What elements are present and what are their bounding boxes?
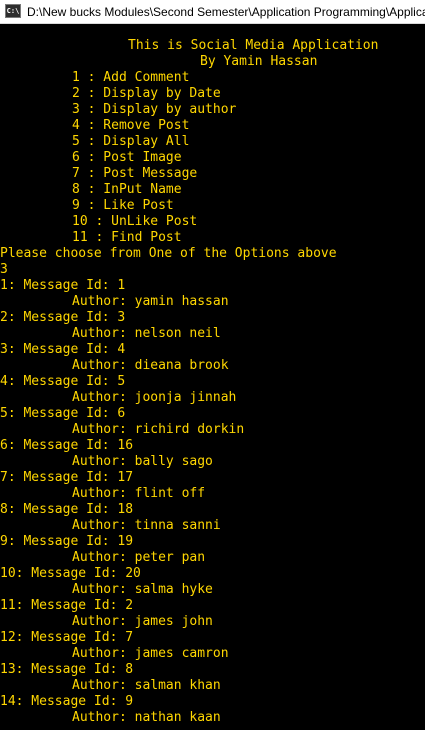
result-author: Author: salma hyke <box>72 582 213 597</box>
menu-option-remove-post: 4 : Remove Post <box>72 118 190 133</box>
menu-option-display-by-date: 2 : Display by Date <box>72 86 221 101</box>
result-message-id: 14: Message Id: 9 <box>0 694 134 709</box>
result-message-id: 12: Message Id: 7 <box>0 630 134 645</box>
menu-option-display-by-author: 3 : Display by author <box>72 102 237 117</box>
window-title: D:\New bucks Modules\Second Semester\App… <box>27 5 425 19</box>
result-message-id: 1: Message Id: 1 <box>0 278 126 293</box>
result-author: Author: bally sago <box>72 454 213 469</box>
console-app-icon[interactable]: C:\ <box>5 4 21 18</box>
menu-option-display-all: 5 : Display All <box>72 134 190 149</box>
result-message-id: 3: Message Id: 4 <box>0 342 126 357</box>
result-author: Author: joonja jinnah <box>72 390 237 405</box>
result-message-id: 5: Message Id: 6 <box>0 406 126 421</box>
result-message-id: 9: Message Id: 19 <box>0 534 134 549</box>
console-window: C:\ D:\New bucks Modules\Second Semester… <box>0 0 425 730</box>
input-prompt: Please choose from One of the Options ab… <box>0 246 337 261</box>
result-author: Author: peter pan <box>72 550 206 565</box>
result-author: Author: dieana brook <box>72 358 229 373</box>
result-author: Author: tinna sanni <box>72 518 221 533</box>
result-message-id: 2: Message Id: 3 <box>0 310 126 325</box>
result-message-id: 4: Message Id: 5 <box>0 374 126 389</box>
menu-option-post-message: 7 : Post Message <box>72 166 198 181</box>
result-message-id: 10: Message Id: 20 <box>0 566 141 581</box>
result-author: Author: yamin hassan <box>72 294 229 309</box>
app-title: This is Social Media Application <box>128 38 379 53</box>
menu-option-post-image: 6 : Post Image <box>72 150 182 165</box>
console-output[interactable]: This is Social Media Application By Yami… <box>0 38 425 730</box>
result-author: Author: flint off <box>72 486 206 501</box>
result-message-id: 11: Message Id: 2 <box>0 598 134 613</box>
title-bar[interactable]: C:\ D:\New bucks Modules\Second Semester… <box>0 0 425 24</box>
result-message-id: 7: Message Id: 17 <box>0 470 134 485</box>
result-message-id: 8: Message Id: 18 <box>0 502 134 517</box>
menu-option-input-name: 8 : InPut Name <box>72 182 182 197</box>
menu-option-find-post: 11 : Find Post <box>72 230 182 245</box>
menu-option-unlike-post: 10 : UnLike Post <box>72 214 198 229</box>
result-message-id: 6: Message Id: 16 <box>0 438 134 453</box>
result-author: Author: nathan kaan <box>72 710 221 725</box>
user-input[interactable]: 3 <box>0 262 425 278</box>
result-author: Author: james camron <box>72 646 229 661</box>
result-author: Author: james john <box>72 614 213 629</box>
app-author: By Yamin Hassan <box>200 54 318 69</box>
result-message-id: 13: Message Id: 8 <box>0 662 134 677</box>
menu-option-add-comment: 1 : Add Comment <box>72 70 190 85</box>
result-author: Author: nelson neil <box>72 326 221 341</box>
menu-option-like-post: 9 : Like Post <box>72 198 174 213</box>
result-author: Author: salman khan <box>72 678 221 693</box>
result-author: Author: richird dorkin <box>72 422 245 437</box>
